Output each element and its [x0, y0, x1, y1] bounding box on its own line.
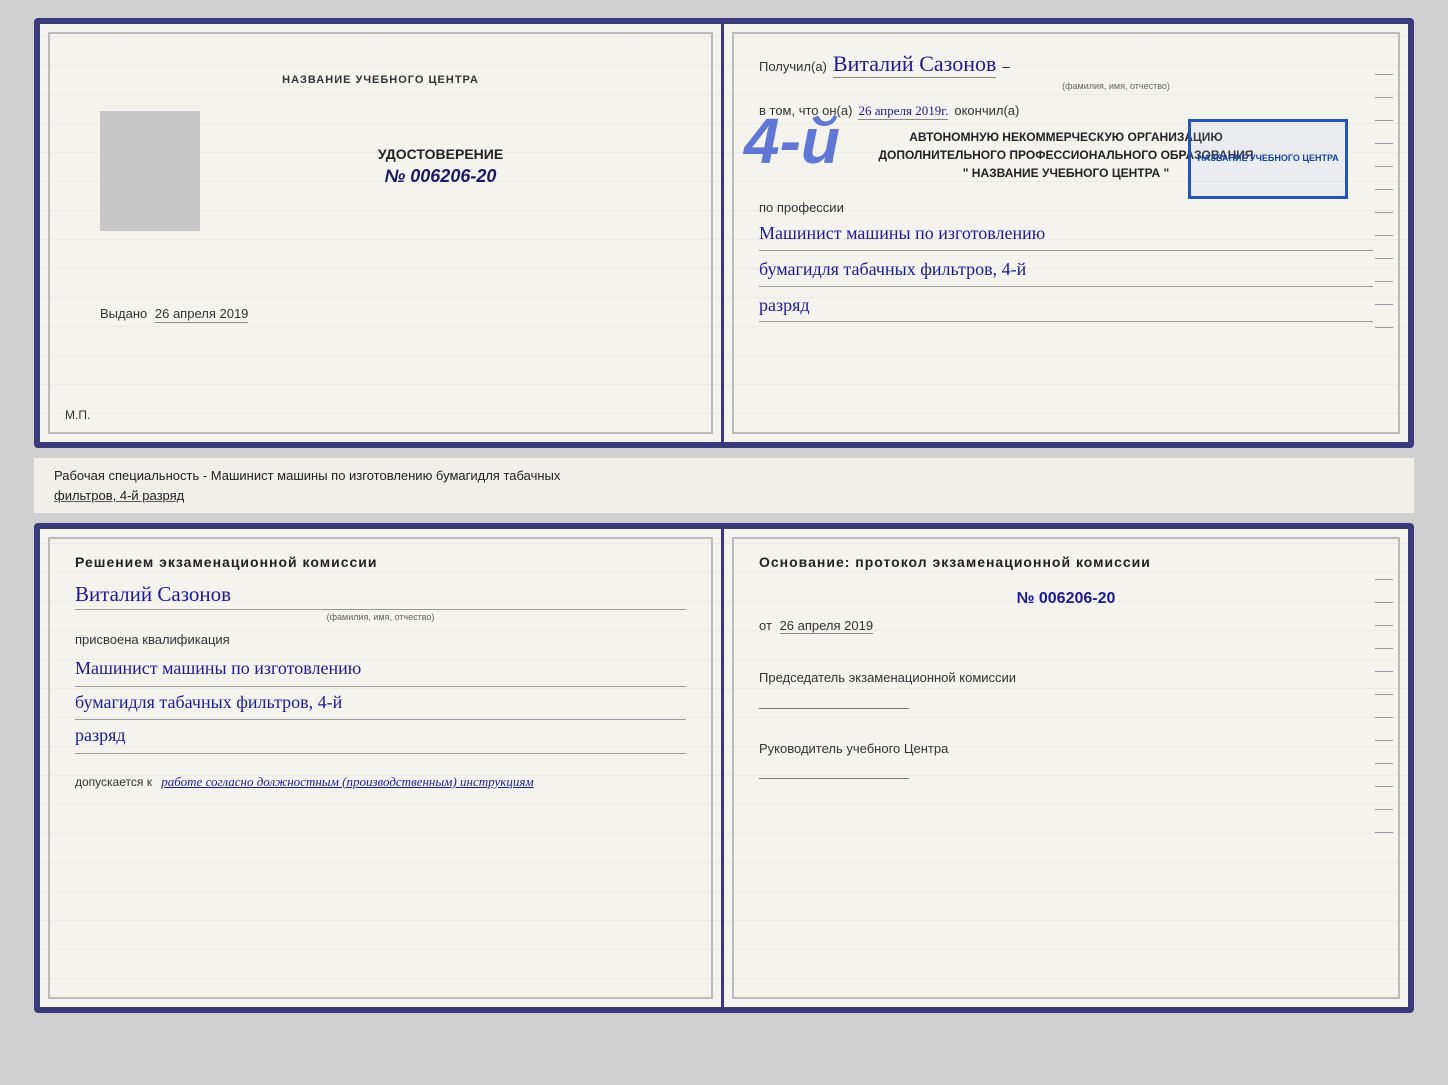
dash-7 — [1375, 212, 1393, 213]
dash-1 — [1375, 74, 1393, 75]
bdash-7 — [1375, 717, 1393, 718]
qualification-line2: бумагидля табачных фильтров, 4-й — [75, 687, 686, 721]
middle-text-band: Рабочая специальность - Машинист машины … — [34, 458, 1414, 513]
middle-text-prefix: Рабочая специальность - Машинист машины … — [54, 468, 560, 483]
predsedatel-block: Председатель экзаменационной комиссии — [759, 668, 1373, 729]
bottom-fio-hint: (фамилия, имя, отчество) — [75, 612, 686, 622]
rukovoditel-block: Руководитель учебного Центра — [759, 739, 1373, 800]
okonchil-label: окончил(а) — [954, 103, 1019, 118]
vtom-date: 26 апреля 2019г. — [858, 103, 948, 120]
ot-prefix: от — [759, 618, 772, 633]
rukovoditel-label: Руководитель учебного Центра — [759, 739, 1373, 759]
qualification-line3: разряд — [75, 720, 686, 754]
top-certificate-book: НАЗВАНИЕ УЧЕБНОГО ЦЕНТРА УДОСТОВЕРЕНИЕ №… — [34, 18, 1414, 448]
dash-6 — [1375, 189, 1393, 190]
profession-line1: Машинист машины по изготовлению — [759, 219, 1373, 251]
bdash-8 — [1375, 740, 1393, 741]
rukovoditel-signature-line — [759, 778, 909, 779]
dash-9 — [1375, 258, 1393, 259]
dash-4 — [1375, 143, 1393, 144]
stamp-text: НАЗВАНИЕ УЧЕБНОГО ЦЕНТРА — [1197, 153, 1338, 165]
bdash-3 — [1375, 625, 1393, 626]
right-decorative-lines — [1375, 74, 1393, 328]
cert-number-top: № 006206-20 — [385, 166, 497, 187]
top-cert-left-page: НАЗВАНИЕ УЧЕБНОГО ЦЕНТРА УДОСТОВЕРЕНИЕ №… — [40, 24, 724, 442]
predsedatel-signature-line — [759, 708, 909, 709]
profession-line3: разряд — [759, 291, 1373, 323]
ot-date-value: 26 апреля 2019 — [780, 618, 874, 634]
predsedatel-label: Председатель экзаменационной комиссии — [759, 668, 1373, 688]
qualification-line1: Машинист машины по изготовлению — [75, 653, 686, 687]
fio-hint-top: (фамилия, имя, отчество) — [859, 81, 1373, 91]
bottom-cert-left-page: Решением экзаменационной комиссии Витали… — [40, 529, 724, 1007]
bdash-4 — [1375, 648, 1393, 649]
bdash-5 — [1375, 671, 1393, 672]
middle-text-content: Рабочая специальность - Машинист машины … — [54, 466, 1394, 505]
dopuskaetsya-value: работе согласно должностным (производств… — [161, 774, 533, 789]
photo-placeholder — [100, 111, 200, 231]
dopuskaetsya-prefix: допускается к — [75, 775, 152, 789]
middle-text-underlined: фильтров, 4-й разряд — [54, 488, 184, 503]
bdash-11 — [1375, 809, 1393, 810]
dash-11 — [1375, 304, 1393, 305]
right-decor-bottom — [1375, 579, 1393, 833]
udostoverenie-label: УДОСТОВЕРЕНИЕ — [378, 146, 503, 162]
bottom-cert-right-page: Основание: протокол экзаменационной коми… — [724, 529, 1408, 1007]
dash-separator: – — [1002, 59, 1009, 74]
vydano-label: Выдано — [100, 306, 147, 321]
poluchil-label: Получил(а) — [759, 59, 827, 74]
bottom-name-handwritten: Виталий Сазонов — [75, 582, 686, 610]
resheniem-title: Решением экзаменационной комиссии — [75, 554, 686, 570]
top-cert-right-page: Получил(а) Виталий Сазонов – (фамилия, и… — [724, 24, 1408, 442]
bdash-1 — [1375, 579, 1393, 580]
dash-2 — [1375, 97, 1393, 98]
profession-line2: бумагидля табачных фильтров, 4-й — [759, 255, 1373, 287]
dash-12 — [1375, 327, 1393, 328]
osnovanie-label: Основание: протокол экзаменационной коми… — [759, 554, 1373, 570]
vydano-line: Выдано 26 апреля 2019 — [100, 306, 681, 321]
bdash-2 — [1375, 602, 1393, 603]
protocol-number: № 006206-20 — [759, 590, 1373, 608]
prisvoena-label: присвоена квалификация — [75, 632, 686, 647]
dash-8 — [1375, 235, 1393, 236]
vydano-date: 26 апреля 2019 — [155, 306, 249, 323]
stamp-overlay: НАЗВАНИЕ УЧЕБНОГО ЦЕНТРА — [1188, 119, 1348, 199]
dash-3 — [1375, 120, 1393, 121]
dash-10 — [1375, 281, 1393, 282]
mp-label: М.П. — [65, 408, 90, 422]
page-background: НАЗВАНИЕ УЧЕБНОГО ЦЕНТРА УДОСТОВЕРЕНИЕ №… — [0, 0, 1448, 1085]
ot-date: от 26 апреля 2019 — [759, 618, 1373, 633]
bdash-10 — [1375, 786, 1393, 787]
bdash-6 — [1375, 694, 1393, 695]
bdash-9 — [1375, 763, 1393, 764]
dash-5 — [1375, 166, 1393, 167]
bottom-certificate-book: Решением экзаменационной комиссии Витали… — [34, 523, 1414, 1013]
bdash-12 — [1375, 832, 1393, 833]
top-left-title: НАЗВАНИЕ УЧЕБНОГО ЦЕНТРА — [282, 74, 479, 86]
po-professii-label: по профессии — [759, 200, 1373, 215]
recipient-name: Виталий Сазонов — [833, 51, 996, 78]
